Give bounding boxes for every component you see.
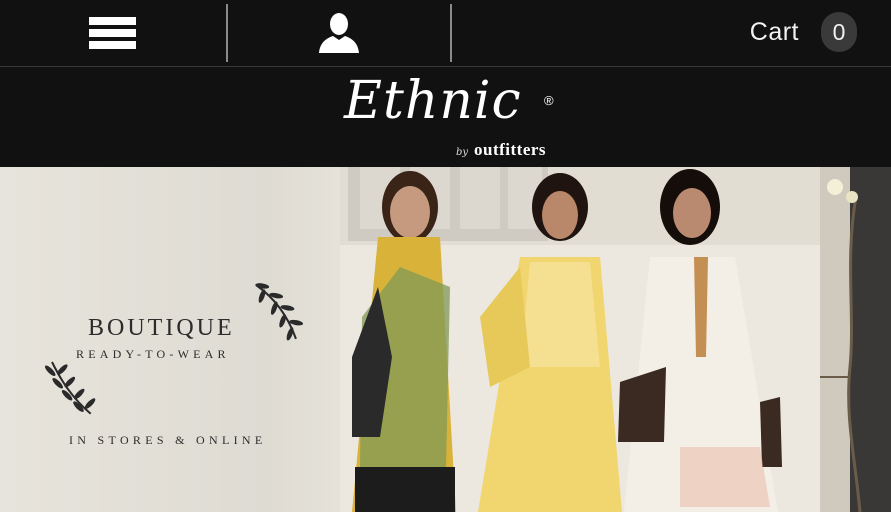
top-nav-bar: Cart 0	[0, 0, 891, 67]
registered-mark: ®	[544, 93, 554, 108]
brand-name: Ethnic	[344, 71, 522, 131]
logo-band: Ethnic ® by outfitters	[0, 67, 891, 167]
hero-headline: BOUTIQUE	[88, 315, 235, 341]
menu-button[interactable]	[0, 0, 226, 66]
account-button[interactable]	[228, 0, 450, 66]
hero-subheadline: READY-TO-WEAR	[76, 347, 230, 361]
brand-subname: outfitters	[474, 140, 547, 159]
cart-label: Cart	[749, 17, 799, 46]
hero-banner[interactable]: BOUTIQUE READY-TO-WEAR IN STORES & ONLIN…	[0, 167, 891, 512]
hero-tagline: IN STORES & ONLINE	[69, 433, 267, 447]
brand-by: by	[456, 147, 469, 158]
user-silhouette-icon	[319, 13, 359, 53]
laurel-left-ornament	[44, 361, 96, 415]
brand-logo[interactable]: Ethnic ® by outfitters	[0, 67, 891, 167]
nav-divider	[450, 4, 452, 62]
cart-button[interactable]: Cart 0	[750, 8, 857, 56]
cart-count-badge: 0	[821, 12, 857, 52]
laurel-right-ornament	[255, 283, 304, 341]
hamburger-menu-icon	[89, 17, 136, 49]
